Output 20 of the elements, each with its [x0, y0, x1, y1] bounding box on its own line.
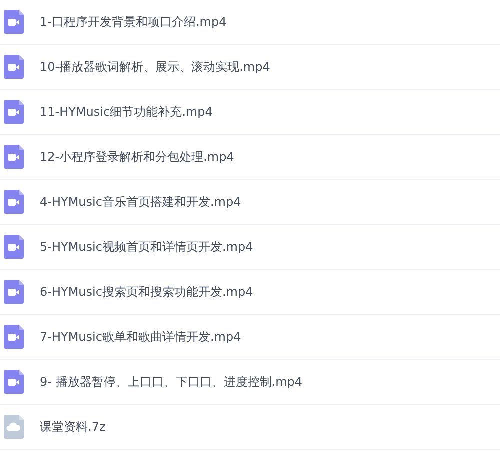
file-name[interactable]: 12-小程序登录解析和分包处理.mp4 [40, 148, 234, 166]
video-file-icon [4, 280, 24, 304]
file-name[interactable]: 4-HYMusic音乐首页搭建和开发.mp4 [40, 193, 242, 211]
video-file-icon [4, 325, 24, 349]
video-file-icon [4, 10, 24, 34]
file-name[interactable]: 7-HYMusic歌单和歌曲详情开发.mp4 [40, 328, 242, 346]
file-name[interactable]: 1-口程序开发背景和项口介绍.mp4 [40, 13, 227, 31]
file-name[interactable]: 5-HYMusic视频首页和详情页开发.mp4 [40, 238, 254, 256]
video-file-icon [4, 55, 24, 79]
file-name[interactable]: 课堂资料.7z [40, 418, 106, 436]
file-name[interactable]: 10-播放器歌词解析、展示、滚动实现.mp4 [40, 58, 270, 76]
video-file-icon [4, 370, 24, 394]
video-file-icon [4, 235, 24, 259]
cloud-file-icon [4, 415, 24, 439]
video-file-icon [4, 100, 24, 124]
file-name[interactable]: 6-HYMusic搜索页和搜索功能开发.mp4 [40, 283, 254, 301]
video-file-icon [4, 145, 24, 169]
file-name[interactable]: 11-HYMusic细节功能补充.mp4 [40, 103, 213, 121]
video-file-icon [4, 190, 24, 214]
file-name[interactable]: 9- 播放器暂停、上口口、下口口、进度控制.mp4 [40, 373, 303, 391]
